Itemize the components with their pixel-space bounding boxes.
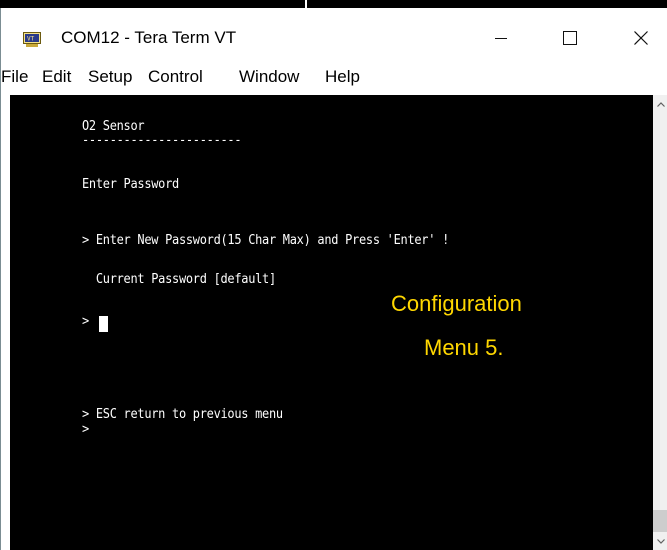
maximize-icon [563,31,577,45]
terminal-prompt: > [82,422,89,437]
svg-text:VT: VT [27,36,35,43]
menu-control[interactable]: Control [148,67,203,87]
annotation-label: Menu 5. [424,335,504,360]
scroll-down-button[interactable] [653,532,667,550]
terminal-line: ----------------------- [82,133,242,148]
menu-edit[interactable]: Edit [42,67,71,87]
tera-term-window: VT COM12 - Tera Term VT File Edit Setup … [0,8,667,550]
terminal-line: Current Password [default] [82,272,276,287]
terminal-line: Enter Password [82,177,179,192]
terminal-line: O2 Sensor [82,119,145,134]
close-icon [634,31,648,45]
vertical-scrollbar[interactable] [653,95,667,550]
terminal-line: > ESC return to previous menu [82,407,283,422]
menu-help[interactable]: Help [325,67,360,87]
chevron-up-icon [656,101,665,107]
menu-bar: File Edit Setup Control Window Help [1,66,667,90]
title-bar[interactable]: VT COM12 - Tera Term VT [1,8,667,56]
menu-window[interactable]: Window [239,67,299,87]
menu-setup[interactable]: Setup [88,67,132,87]
menu-file[interactable]: File [1,67,28,87]
terminal-screen[interactable]: O2 Sensor ----------------------- Enter … [10,95,653,550]
minimize-icon [495,38,507,39]
annotation-label: Configuration [391,291,522,316]
scroll-up-button[interactable] [653,95,667,113]
text-cursor [99,316,108,332]
window-title: COM12 - Tera Term VT [61,28,237,47]
tera-term-vt-icon: VT [23,32,41,47]
terminal-prompt: > [82,314,89,329]
maximize-button[interactable] [547,22,593,54]
scroll-thumb[interactable] [653,510,667,532]
chevron-down-icon [656,538,665,544]
close-button[interactable] [618,22,664,54]
terminal-line: > Enter New Password(15 Char Max) and Pr… [82,233,450,248]
minimize-button[interactable] [478,22,524,54]
